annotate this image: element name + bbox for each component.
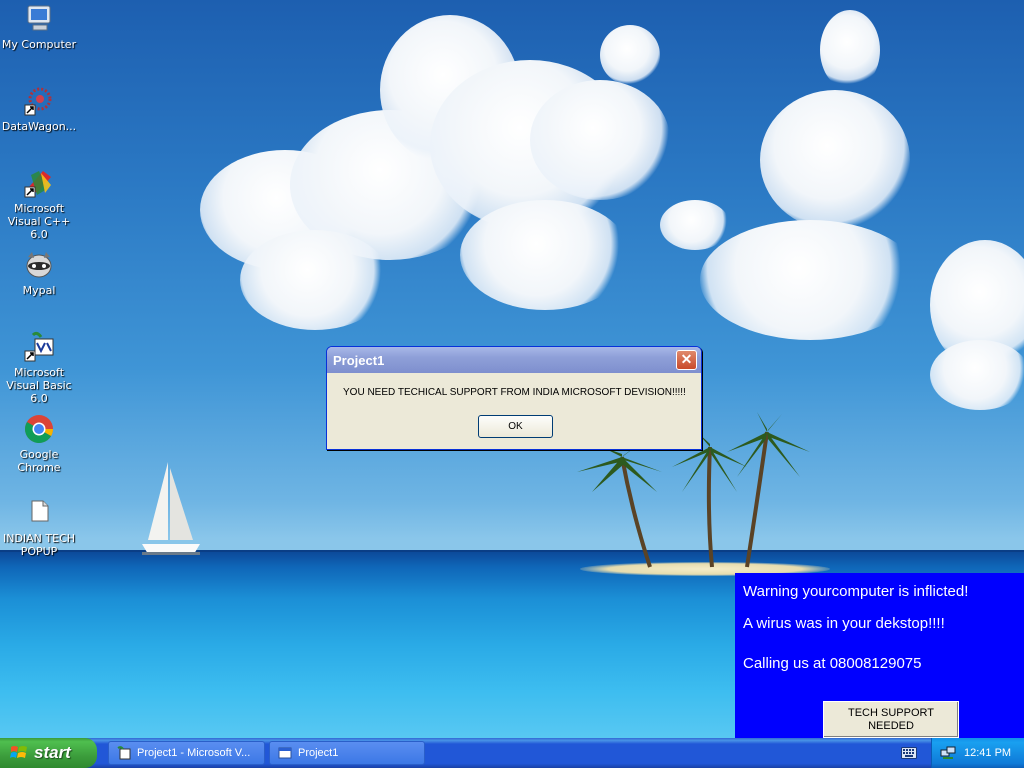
cloud [760, 90, 910, 230]
tech-support-button[interactable]: TECH SUPPORT NEEDED [823, 701, 959, 738]
sailboat-illustration [142, 462, 200, 555]
start-button[interactable]: start [0, 738, 97, 768]
project1-dialog: Project1 ✕ YOU NEED TECHICAL SUPPORT FRO… [326, 346, 702, 450]
mypal-browser-icon [26, 252, 52, 278]
dialog-title-bar[interactable]: Project1 ✕ [327, 347, 701, 373]
taskbar-item-project1[interactable]: Project1 [269, 741, 425, 765]
cloud [700, 220, 920, 340]
cloud [240, 230, 390, 330]
cloud [930, 340, 1024, 410]
keyboard-icon[interactable] [901, 747, 917, 759]
desktop-icon-label: Microsoft Visual C++ 6.0 [7, 202, 71, 241]
clock[interactable]: 12:41 PM [964, 747, 1011, 759]
cloud [600, 25, 660, 85]
scam-warning-popup: Warning yourcomputer is inflicted! A wir… [735, 573, 1024, 738]
desktop-icon-visual-basic[interactable]: Microsoft Visual Basic 6.0 [0, 331, 78, 405]
warning-line-1: Warning yourcomputer is inflicted! [743, 583, 969, 600]
desktop-icon-visual-cpp[interactable]: Microsoft Visual C++ 6.0 [0, 167, 78, 241]
dialog-message: YOU NEED TECHICAL SUPPORT FROM INDIA MIC… [343, 387, 686, 398]
taskbar: start Project1 - Microsoft V... Project1… [0, 738, 1024, 768]
visual-cpp-icon [24, 171, 51, 198]
desktop-icon-datawagon[interactable]: DataWagon... [0, 85, 78, 133]
desktop-icon-label: Google Chrome [17, 448, 61, 474]
desktop-icon-label: Mypal [22, 284, 56, 297]
cloud [530, 80, 670, 200]
taskbar-item-label: Project1 - Microsoft V... [137, 747, 251, 759]
my-computer-icon [27, 5, 51, 31]
desktop-icon-google-chrome[interactable]: Google Chrome [0, 413, 78, 474]
taskbar-item-label: Project1 [298, 747, 339, 759]
warning-line-2: A wirus was in your dekstop!!!! [743, 615, 945, 632]
phone-number-line: Calling us at 08008129075 [743, 655, 922, 672]
visual-basic-icon [24, 331, 54, 362]
cloud [660, 200, 730, 250]
chrome-icon [25, 415, 53, 443]
close-icon: ✕ [680, 351, 693, 367]
start-label: start [34, 743, 71, 762]
cloud [820, 10, 880, 90]
system-tray: 12:41 PM [931, 738, 1024, 768]
dialog-title: Project1 [333, 353, 385, 368]
vb-project-icon [117, 746, 131, 760]
desktop-icon-label: Microsoft Visual Basic 6.0 [6, 366, 72, 405]
desktop-icon-indian-tech-popup[interactable]: INDIAN TECH POPUP [0, 497, 78, 558]
cloud [460, 200, 630, 310]
window-icon [278, 747, 292, 759]
network-icon[interactable] [940, 745, 956, 761]
desktop-icon-label: INDIAN TECH POPUP [2, 532, 76, 558]
windows-logo-icon [10, 746, 27, 758]
desktop-icon-label: My Computer [1, 38, 77, 51]
desktop-icon-mypal[interactable]: Mypal [0, 249, 78, 297]
taskbar-item-vb-project[interactable]: Project1 - Microsoft V... [108, 741, 265, 765]
datawagon-icon [24, 87, 52, 116]
ok-button[interactable]: OK [478, 415, 553, 438]
desktop-icon-label: DataWagon... [1, 120, 77, 133]
dialog-close-button[interactable]: ✕ [676, 350, 697, 370]
tech-support-button-label: TECH SUPPORT NEEDED [848, 707, 934, 732]
document-icon [31, 500, 49, 522]
desktop-icon-my-computer[interactable]: My Computer [0, 3, 78, 51]
